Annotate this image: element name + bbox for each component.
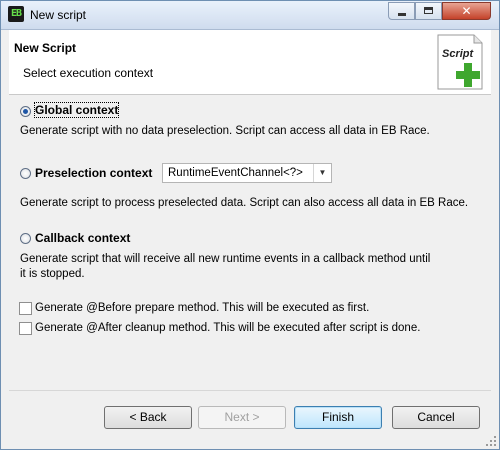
maximize-icon xyxy=(424,7,433,14)
title-bar[interactable]: EB New script ✕ xyxy=(1,1,499,30)
chevron-down-icon[interactable]: ▼ xyxy=(313,164,331,182)
wizard-content: Global context Generate script with no d… xyxy=(9,95,491,391)
close-icon: ✕ xyxy=(461,4,472,18)
after-method-label[interactable]: Generate @After cleanup method. This wil… xyxy=(35,322,420,334)
minimize-icon xyxy=(398,13,406,16)
new-script-dialog: EB New script ✕ New Script Select execut… xyxy=(0,0,500,450)
preselection-context-label[interactable]: Preselection context xyxy=(35,166,152,180)
wizard-header: New Script Select execution context Scri… xyxy=(9,30,491,95)
callback-context-radio[interactable] xyxy=(20,233,31,244)
callback-context-description-line1: Generate script that will receive all ne… xyxy=(20,253,431,265)
maximize-button[interactable] xyxy=(415,2,442,20)
global-context-label[interactable]: Global context xyxy=(33,102,120,118)
back-button[interactable]: < Back xyxy=(104,406,192,429)
callback-context-label[interactable]: Callback context xyxy=(35,231,130,245)
channel-combobox[interactable]: RuntimeEventChannel<?> ▼ xyxy=(162,163,332,183)
script-icon: Script xyxy=(437,34,483,90)
finish-button[interactable]: Finish xyxy=(294,406,382,429)
before-method-checkbox[interactable] xyxy=(19,302,32,315)
preselection-context-description: Generate script to process preselected d… xyxy=(20,197,469,209)
channel-combobox-value: RuntimeEventChannel<?> xyxy=(168,167,303,179)
page-title: New Script xyxy=(14,41,77,55)
window-title: New script xyxy=(30,8,87,22)
global-context-description: Generate script with no data preselectio… xyxy=(20,125,430,137)
page-subtitle: Select execution context xyxy=(23,66,154,80)
global-context-radio[interactable] xyxy=(20,106,31,117)
callback-context-description-line2: it is stopped. xyxy=(20,268,85,280)
next-button[interactable]: Next > xyxy=(198,406,286,429)
preselection-context-radio[interactable] xyxy=(20,168,31,179)
before-method-label[interactable]: Generate @Before prepare method. This wi… xyxy=(35,302,369,314)
script-icon-label: Script xyxy=(442,48,475,60)
close-button[interactable]: ✕ xyxy=(442,2,491,20)
cancel-button[interactable]: Cancel xyxy=(392,406,480,429)
minimize-button[interactable] xyxy=(388,2,415,20)
resize-grip-icon[interactable] xyxy=(485,435,497,447)
app-icon: EB xyxy=(8,6,24,22)
button-bar-divider xyxy=(9,390,491,391)
after-method-checkbox[interactable] xyxy=(19,322,32,335)
